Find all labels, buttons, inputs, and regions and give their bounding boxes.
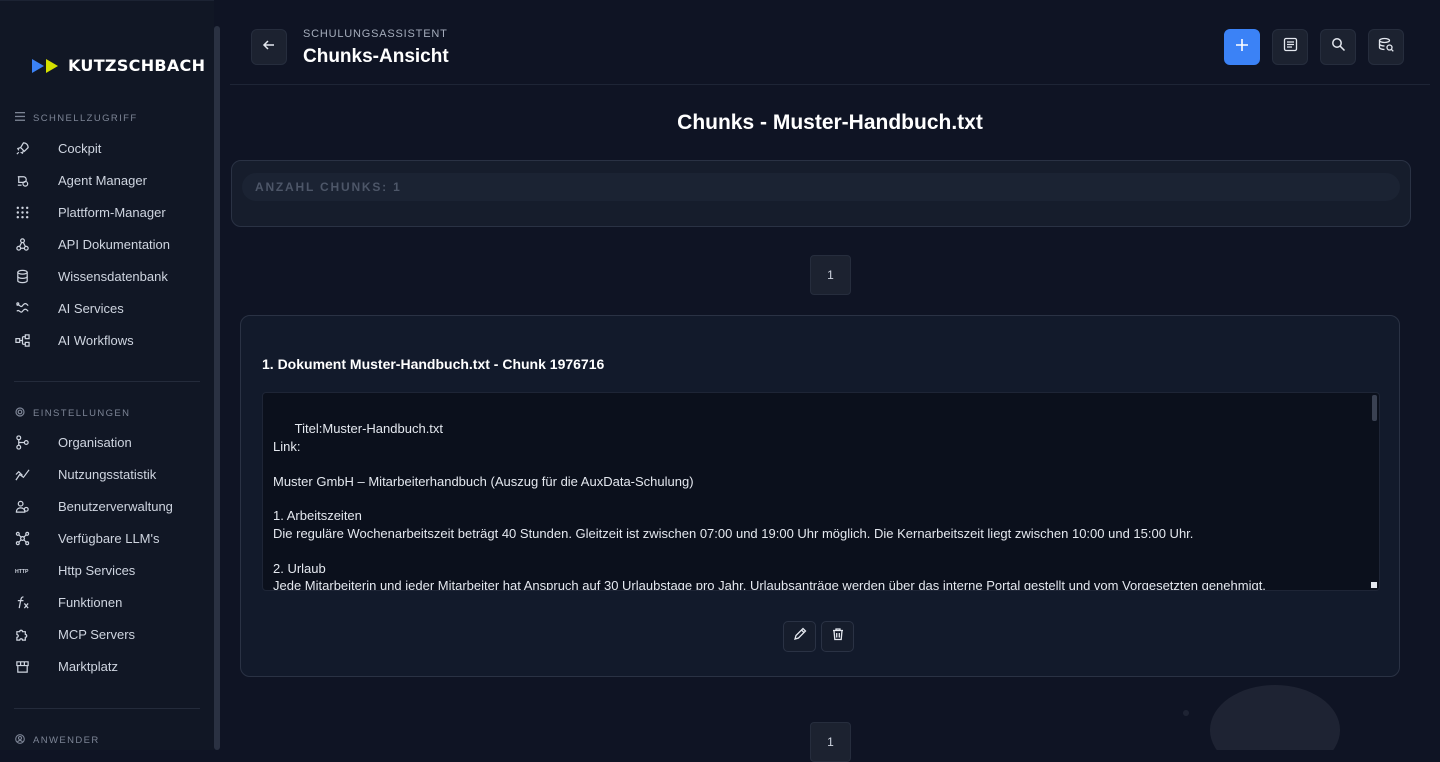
search-data-icon [1378,37,1394,58]
sidebar-item-label: Organisation [58,434,132,450]
menu-icon [15,112,25,124]
llm-icon [14,530,30,546]
trash-icon [831,627,845,646]
logo[interactable]: KUTZSCHBACH [32,56,205,75]
sidebar-item-label: Http Services [58,562,136,578]
delete-chunk-button[interactable] [821,621,854,652]
edit-chunk-button[interactable] [783,621,816,652]
search-data-button[interactable] [1368,29,1404,65]
sidebar-divider [14,381,200,382]
ai-services-icon [14,300,30,316]
search-icon [1331,37,1346,57]
mascot-watermark [1180,660,1360,762]
sidebar-item-label: Cockpit [58,140,102,156]
http-icon: HTTP [14,562,30,578]
sidebar-item-label: AI Workflows [58,332,134,348]
pagination-page-button-bottom[interactable]: 1 [810,722,851,762]
chunk-card: 1. Dokument Muster-Handbuch.txt - Chunk … [240,315,1400,677]
sidebar-divider [14,708,200,709]
sidebar-item-label: Marktplatz [58,658,118,674]
rocket-icon [14,140,30,156]
sidebar-item-funktionen[interactable]: Funktionen [14,591,122,613]
section-label: SCHNELLZUGRIFF [33,112,138,124]
back-button[interactable] [251,29,287,65]
plus-icon [1235,38,1249,57]
function-icon [14,594,30,610]
grid-icon [14,204,30,220]
sidebar-item-ai-services[interactable]: AI Services [14,297,124,319]
sidebar-item-label: Agent Manager [58,172,147,188]
sidebar-item-label: Verfügbare LLM's [58,530,160,546]
section-title-anwender: ANWENDER [15,734,100,747]
sidebar-item-mcp-servers[interactable]: MCP Servers [14,623,135,645]
org-icon [14,434,30,450]
sidebar-item-label: Nutzungsstatistik [58,466,157,482]
sidebar-item-ai-workflows[interactable]: AI Workflows [14,329,134,351]
sidebar-item-label: MCP Servers [58,626,136,642]
sidebar-item-http-services[interactable]: HTTP Http Services [14,559,136,581]
arrow-left-icon [262,38,276,57]
chunk-title: 1. Dokument Muster-Handbuch.txt - Chunk … [262,356,605,372]
gear-icon [15,407,25,420]
section-label: EINSTELLUNGEN [33,408,131,419]
sidebar-item-verfuegbare-llms[interactable]: Verfügbare LLM's [14,527,160,549]
chunks-heading: Chunks - Muster-Handbuch.txt [677,111,983,134]
main-content: SCHULUNGSASSISTENT Chunks-Ansicht Chunks… [220,0,1440,762]
chunk-text-content: Titel:Muster-Handbuch.txt Link: Muster G… [273,421,1266,591]
chart-icon [14,466,30,482]
sidebar-item-label: Plattform-Manager [58,204,166,220]
section-title-einstellungen: EINSTELLUNGEN [15,407,130,420]
database-icon [14,268,30,284]
sidebar-item-marktplatz[interactable]: Marktplatz [14,655,118,677]
topbar: SCHULUNGSASSISTENT Chunks-Ansicht [230,0,1430,85]
user-circle-icon [15,734,25,747]
sidebar-item-label: API Dokumentation [58,236,171,252]
search-button[interactable] [1320,29,1356,65]
store-icon [14,658,30,674]
sidebar-item-benutzerverwaltung[interactable]: Benutzerverwaltung [14,495,173,517]
page-title: Chunks-Ansicht [303,46,449,67]
chunk-count-box: ANZAHL CHUNKS: 1 [231,160,1411,227]
sidebar-item-label: Wissensdatenbank [58,268,168,284]
users-icon [14,498,30,514]
sidebar-item-organisation[interactable]: Organisation [14,431,132,453]
document-button[interactable] [1272,29,1308,65]
document-icon [1283,37,1298,57]
sidebar-item-label: Funktionen [58,594,123,610]
sidebar-item-plattform-manager[interactable]: Plattform-Manager [14,201,166,223]
svg-text:HTTP: HTTP [15,568,29,574]
chunk-text-area[interactable]: Titel:Muster-Handbuch.txt Link: Muster G… [262,392,1380,591]
webhook-icon [14,236,30,252]
sidebar-item-agent-manager[interactable]: Agent Manager [14,169,147,191]
agent-icon [14,172,30,188]
add-button[interactable] [1224,29,1260,65]
chunk-scrollbar[interactable] [1372,395,1377,421]
logo-text: KUTZSCHBACH [68,56,206,75]
section-label: ANWENDER [33,735,100,746]
section-title-schnellzugriff: SCHNELLZUGRIFF [15,112,138,124]
puzzle-icon [14,626,30,642]
sidebar-item-label: AI Services [58,300,124,316]
resize-handle[interactable] [1371,582,1377,588]
sidebar-item-cockpit[interactable]: Cockpit [14,137,101,159]
chunk-count-label: ANZAHL CHUNKS: 1 [242,173,1400,201]
pagination-page-button[interactable]: 1 [810,255,851,295]
sidebar-item-nutzungsstatistik[interactable]: Nutzungsstatistik [14,463,156,485]
breadcrumb: SCHULUNGSASSISTENT [303,28,448,40]
workflow-icon [14,332,30,348]
sidebar: KUTZSCHBACH SCHNELLZUGRIFF Cockpit Agent… [0,0,214,750]
sidebar-item-wissensdatenbank[interactable]: Wissensdatenbank [14,265,168,287]
logo-mark-icon [32,58,60,73]
sidebar-item-label: Benutzerverwaltung [58,498,173,514]
edit-icon [793,627,807,646]
sidebar-item-api-dokumentation[interactable]: API Dokumentation [14,233,170,255]
